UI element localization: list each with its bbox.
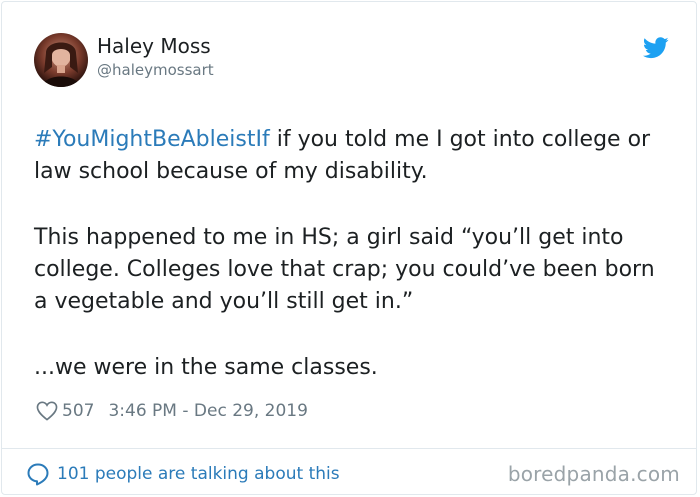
avatar-photo	[42, 42, 80, 87]
tweet-timestamp[interactable]: 3:46 PM - Dec 29, 2019	[108, 401, 307, 421]
author-name[interactable]: Haley Moss	[97, 34, 211, 58]
boredpanda-watermark: boredpanda.com	[507, 462, 680, 486]
tweet-meta: 507 3:46 PM - Dec 29, 2019	[36, 400, 308, 422]
footer-divider	[2, 448, 696, 449]
twitter-bird-icon[interactable]	[643, 37, 669, 59]
heart-icon[interactable]	[36, 401, 58, 421]
hashtag-link[interactable]: #YouMightBeAbleistIf	[34, 127, 270, 152]
tweet-paragraph-3: ...we were in the same classes.	[34, 355, 378, 380]
conversation-link-label: 101 people are talking about this	[57, 464, 340, 484]
like-count[interactable]: 507	[62, 401, 94, 421]
author-handle[interactable]: @haleymossart	[97, 60, 214, 80]
speech-bubble-icon	[27, 463, 49, 486]
conversation-link[interactable]: 101 people are talking about this	[26, 462, 340, 486]
avatar[interactable]	[34, 33, 88, 87]
tweet-paragraph-2: This happened to me in HS; a girl said “…	[34, 225, 655, 314]
tweet-text: #YouMightBeAbleistIf if you told me I go…	[34, 124, 674, 384]
tweet-card: Haley Moss @haleymossart #YouMightBeAble…	[1, 1, 697, 495]
tweet-paragraph-1: #YouMightBeAbleistIf if you told me I go…	[34, 124, 674, 188]
